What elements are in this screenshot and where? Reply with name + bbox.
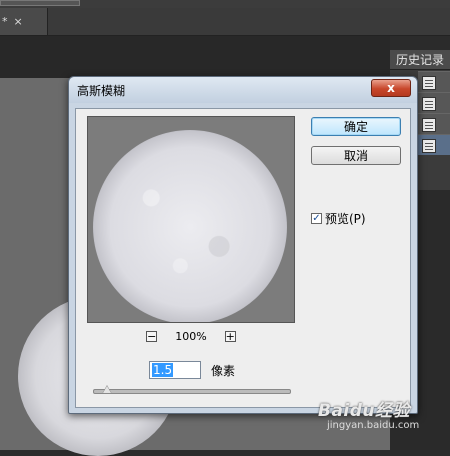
document-icon [422, 139, 436, 153]
document-icon [422, 118, 436, 132]
history-item[interactable] [418, 92, 450, 113]
plus-icon: + [225, 329, 235, 343]
gaussian-blur-dialog: 高斯模糊 x − 100% + 1.5 像素 确定 取消 ✓ 预览(P) [68, 76, 418, 414]
document-tab-bar: * × [0, 8, 450, 36]
cancel-button-label: 取消 [343, 149, 368, 163]
preview-checkbox[interactable]: ✓ [311, 213, 322, 224]
radius-slider-track[interactable] [93, 389, 291, 394]
zoom-controls: − 100% + [87, 327, 295, 345]
document-icon [422, 97, 436, 111]
dialog-title: 高斯模糊 [77, 84, 126, 98]
close-tab-icon[interactable]: × [14, 15, 23, 28]
preview-window[interactable] [87, 116, 295, 323]
close-button[interactable]: x [371, 79, 411, 97]
document-tab[interactable]: * × [0, 8, 48, 35]
dialog-titlebar[interactable]: 高斯模糊 x [69, 77, 417, 103]
top-toolbar-button[interactable] [0, 0, 80, 6]
preview-option: ✓ 预览(P) [311, 210, 366, 227]
radius-unit-label: 像素 [211, 363, 236, 378]
watermark-logo: Baidu经验 [318, 401, 411, 421]
checkmark-icon: ✓ [312, 212, 321, 224]
radius-input[interactable]: 1.5 [149, 361, 201, 379]
preview-blurred-circle [93, 130, 287, 322]
close-icon: x [387, 81, 395, 95]
radius-value: 1.5 [152, 363, 174, 377]
zoom-out-button[interactable]: − [146, 329, 158, 343]
zoom-in-button[interactable]: + [224, 329, 236, 343]
top-menu-strip [0, 0, 450, 8]
modified-indicator: * [2, 15, 8, 28]
dialog-body: − 100% + 1.5 像素 确定 取消 ✓ 预览(P) [75, 108, 411, 408]
radius-row: 1.5 像素 [149, 359, 235, 381]
zoom-value: 100% [175, 329, 207, 343]
watermark-site: jingyan.baidu.com [327, 420, 420, 431]
ok-button[interactable]: 确定 [311, 117, 401, 136]
baidu-jingyan-watermark: Baidu经验 jingyan.baidu.com [318, 396, 419, 431]
canvas-background-top [0, 36, 390, 78]
cancel-button[interactable]: 取消 [311, 146, 401, 165]
history-item-selected[interactable] [418, 134, 450, 155]
document-icon [422, 76, 436, 90]
minus-icon: − [147, 329, 157, 343]
history-panel-tab[interactable]: 历史记录 [390, 50, 450, 70]
history-item[interactable] [418, 71, 450, 92]
history-panel-title: 历史记录 [396, 53, 445, 67]
ok-button-label: 确定 [343, 120, 368, 134]
radius-slider-thumb[interactable] [101, 385, 112, 394]
preview-label: 预览(P) [325, 212, 366, 226]
history-item[interactable] [418, 113, 450, 134]
